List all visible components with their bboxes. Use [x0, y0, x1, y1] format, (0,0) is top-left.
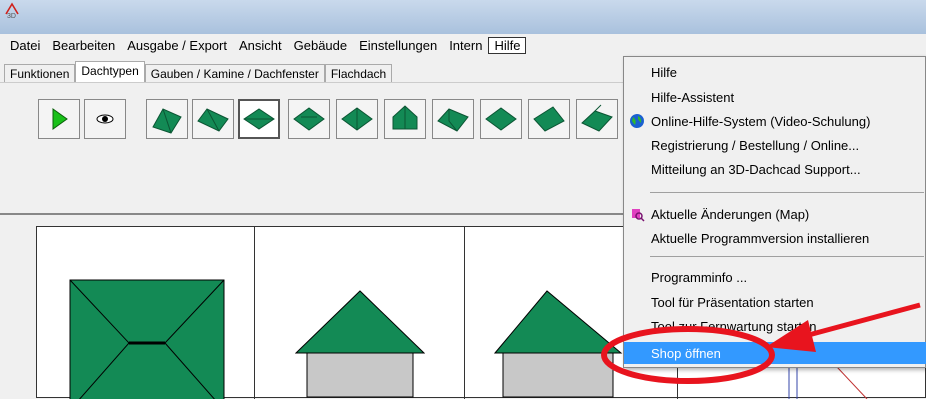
- roof-type-button-7[interactable]: [432, 99, 474, 139]
- menu-item-label: Hilfe: [651, 64, 678, 80]
- menu-item-label: Aktuelle Programmversion installieren: [651, 230, 870, 246]
- roof-2-icon: [581, 104, 613, 132]
- help-menu-item-mitteilung[interactable]: Mitteilung an 3D-Dachcad Support...: [624, 158, 926, 180]
- grid-divider: [254, 227, 255, 399]
- gable-roof-2-icon: [197, 108, 229, 132]
- menu-separator: [650, 256, 924, 257]
- help-menu-item-shop[interactable]: Shop öffnen: [624, 342, 926, 364]
- menu-separator: [650, 192, 924, 193]
- app-logo-icon: 3D: [5, 2, 19, 18]
- roof-type-button-8[interactable]: [480, 99, 522, 139]
- hip-roof-icon: [243, 108, 275, 130]
- help-menu-item-registrierung[interactable]: Registrierung / Bestellung / Online...: [624, 134, 926, 156]
- tab-funktionen[interactable]: Funktionen: [4, 64, 76, 82]
- help-menu-item-programminfo[interactable]: Programminfo ...: [624, 266, 926, 288]
- help-menu-item-hilfe[interactable]: Hilfe: [624, 61, 926, 83]
- help-menu-item-fernwartung[interactable]: Tool zur Fernwartung starten: [624, 315, 926, 337]
- roof-type-button-1[interactable]: [146, 99, 188, 139]
- hip-roof-2-icon: [293, 107, 325, 131]
- menu-bearbeiten[interactable]: Bearbeiten: [46, 37, 121, 54]
- tab-flachdach[interactable]: Flachdach: [324, 64, 393, 82]
- menu-ausgabe-export[interactable]: Ausgabe / Export: [121, 37, 233, 54]
- gable-roof-icon: [152, 108, 182, 134]
- menu-item-label: Aktuelle Änderungen (Map): [651, 206, 810, 222]
- help-menu-item-assistent[interactable]: Hilfe-Assistent: [624, 86, 926, 108]
- roof-type-button-6[interactable]: [384, 99, 426, 139]
- menu-item-label: Tool zur Fernwartung starten: [651, 318, 817, 334]
- l-roof-2-icon: [485, 107, 517, 131]
- help-menu-dropdown: Hilfe Hilfe-Assistent Online-Hilfe-Syste…: [623, 56, 926, 368]
- menu-item-label: Mitteilung an 3D-Dachcad Support...: [651, 161, 861, 177]
- roof-type-button-5[interactable]: [336, 99, 378, 139]
- roof-type-button-9[interactable]: [528, 99, 570, 139]
- title-bar: 3D: [0, 0, 926, 34]
- help-menu-item-programmversion[interactable]: Aktuelle Programmversion installieren: [624, 227, 926, 249]
- hip-roof-3-icon: [341, 107, 373, 131]
- help-menu-item-praesentation[interactable]: Tool für Präsentation starten: [624, 291, 926, 313]
- gable-house-side-view[interactable]: [483, 289, 633, 399]
- help-menu-item-aenderungen[interactable]: Aktuelle Änderungen (Map): [624, 203, 926, 225]
- menu-item-label: Programminfo ...: [651, 269, 748, 285]
- svg-text:3D: 3D: [7, 13, 16, 18]
- help-menu-item-online-hilfe[interactable]: Online-Hilfe-System (Video-Schulung): [624, 110, 926, 132]
- roof-type-button-2[interactable]: [192, 99, 234, 139]
- tab-dachtypen[interactable]: Dachtypen: [75, 61, 145, 83]
- menu-item-label: Tool für Präsentation starten: [651, 294, 814, 310]
- menu-datei[interactable]: Datei: [4, 37, 46, 54]
- menu-hilfe[interactable]: Hilfe: [488, 36, 527, 54]
- grid-divider: [464, 227, 465, 399]
- menu-intern[interactable]: Intern: [443, 37, 488, 54]
- menu-item-label: Hilfe-Assistent: [651, 89, 735, 105]
- roof-type-button-4[interactable]: [288, 99, 330, 139]
- hip-roof-top-view[interactable]: [69, 279, 225, 399]
- view-button[interactable]: [84, 99, 126, 139]
- globe-icon: [630, 114, 644, 128]
- map-icon: [632, 209, 645, 222]
- gable-house-front-view[interactable]: [295, 289, 425, 399]
- eye-icon: [96, 114, 114, 124]
- tent-roof-icon: [392, 105, 418, 130]
- tab-bar: Funktionen Dachtypen Gauben / Kamine / D…: [0, 58, 620, 83]
- roof-type-button-3[interactable]: [238, 99, 280, 139]
- menu-gebaeude[interactable]: Gebäude: [288, 37, 354, 54]
- menu-einstellungen[interactable]: Einstellungen: [353, 37, 443, 54]
- play-icon: [52, 108, 68, 130]
- tab-gauben[interactable]: Gauben / Kamine / Dachfenster: [144, 64, 325, 82]
- menu-bar: Datei Bearbeiten Ausgabe / Export Ansich…: [0, 34, 926, 56]
- roof-type-button-10[interactable]: [576, 99, 618, 139]
- menu-item-label: Shop öffnen: [651, 345, 721, 361]
- menu-item-label: Online-Hilfe-System (Video-Schulung): [651, 113, 871, 129]
- menu-ansicht[interactable]: Ansicht: [233, 37, 288, 54]
- play-button[interactable]: [38, 99, 80, 139]
- roof-icon: [533, 106, 565, 132]
- menu-item-label: Registrierung / Bestellung / Online...: [651, 137, 860, 153]
- l-roof-icon: [437, 108, 469, 132]
